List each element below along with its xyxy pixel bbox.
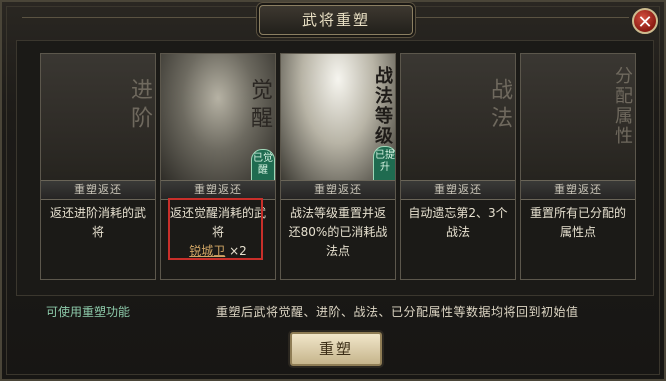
title-divider-right bbox=[413, 17, 629, 18]
card-band-label: 重塑返还 bbox=[401, 180, 515, 200]
close-icon[interactable]: ✕ bbox=[632, 8, 658, 34]
card-description: 战法等级重置并返还80%的已消耗战法点 bbox=[288, 206, 388, 258]
card-art-title: 觉醒 bbox=[247, 78, 272, 134]
card-band-label: 重塑返还 bbox=[161, 180, 275, 200]
card-skill-level[interactable]: 战法等级 已提升 重塑返还 战法等级重置并返还80%的已消耗战法点 bbox=[280, 53, 396, 280]
card-band-label: 重塑返还 bbox=[281, 180, 395, 200]
card-description: 重置所有已分配的属性点 bbox=[529, 206, 626, 239]
reshape-button[interactable]: 重塑 bbox=[290, 332, 382, 366]
card-advance[interactable]: 进阶 重塑返还 返还进阶消耗的武将 bbox=[40, 53, 156, 280]
card-art-title: 战法 bbox=[487, 78, 512, 134]
card-band-label: 重塑返还 bbox=[41, 180, 155, 200]
card-art-title: 进阶 bbox=[127, 78, 152, 134]
card-attribute[interactable]: 分配属性 重塑返还 重置所有已分配的属性点 bbox=[520, 53, 636, 280]
card-art-title: 分配属性 bbox=[612, 66, 633, 146]
card-awaken[interactable]: 觉醒 已觉醒 重塑返还 返还觉醒消耗的武将 锐城卫 ×2 bbox=[160, 53, 276, 280]
status-available: 可使用重塑功能 bbox=[46, 305, 131, 319]
hero-name-link[interactable]: 锐城卫 bbox=[189, 244, 225, 258]
card-description-text: 返还觉醒消耗的武将 bbox=[169, 206, 266, 239]
card-skill[interactable]: 战法 重塑返还 自动遗忘第2、3个战法 bbox=[400, 53, 516, 280]
card-description: 返还觉醒消耗的武将 锐城卫 ×2 bbox=[167, 204, 269, 261]
card-description: 自动遗忘第2、3个战法 bbox=[408, 206, 508, 239]
card-art-title: 战法等级 bbox=[372, 66, 393, 146]
title-divider-left bbox=[22, 17, 258, 18]
card-description: 返还进阶消耗的武将 bbox=[49, 206, 146, 239]
dialog-title: 武将重塑 bbox=[259, 5, 413, 35]
reshape-notice: 重塑后武将觉醒、进阶、战法、已分配属性等数据均将回到初始值 bbox=[216, 305, 579, 319]
reshape-dialog: 武将重塑 ✕ 进阶 重塑返还 返还进阶消耗的武将 觉醒 已觉醒 重塑返还 返还觉… bbox=[0, 0, 666, 381]
card-band-label: 重塑返还 bbox=[521, 180, 635, 200]
hero-count: ×2 bbox=[229, 244, 247, 258]
